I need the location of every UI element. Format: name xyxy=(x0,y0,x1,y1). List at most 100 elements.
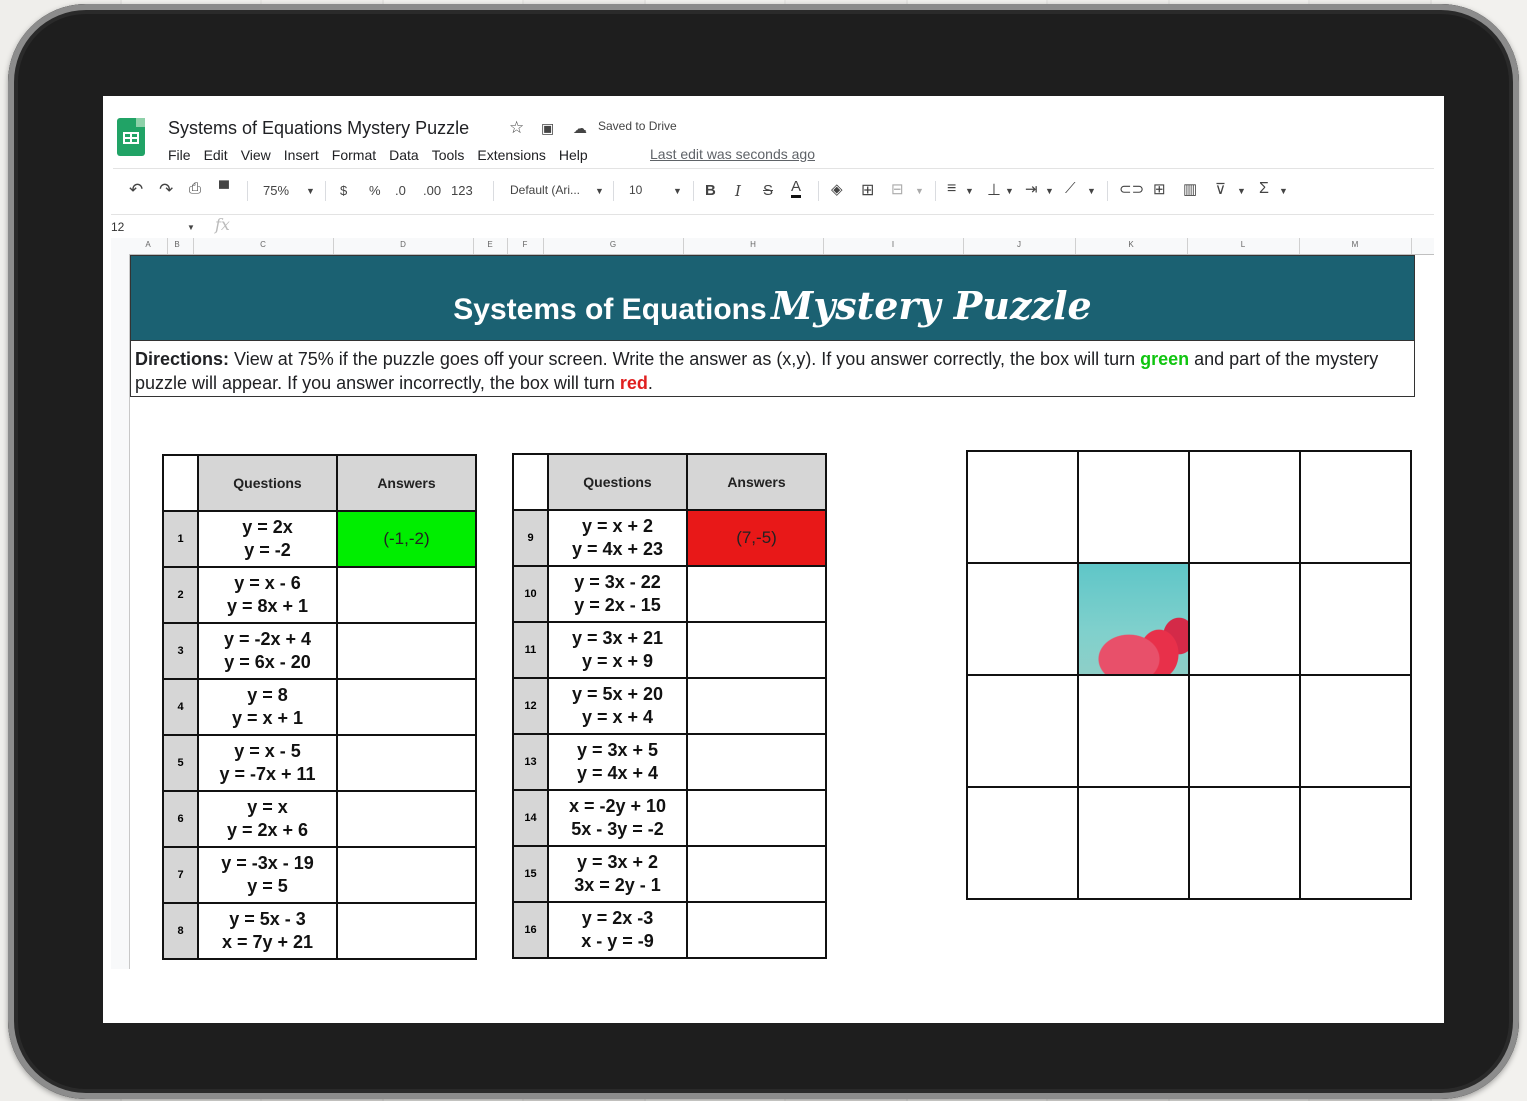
answer-cell[interactable] xyxy=(686,733,827,791)
menu-edit[interactable]: Edit xyxy=(204,147,228,163)
menu-format[interactable]: Format xyxy=(332,147,376,163)
text-rotation-icon[interactable]: ⟋ xyxy=(1065,180,1076,197)
menu-bar: File Edit View Insert Format Data Tools … xyxy=(168,147,601,163)
column-header[interactable]: G xyxy=(543,240,683,249)
answer-cell[interactable] xyxy=(686,901,827,959)
column-header[interactable]: L xyxy=(1187,240,1299,249)
font-dropdown-icon[interactable]: ▼ xyxy=(595,186,604,196)
insert-chart-icon[interactable]: ▥ xyxy=(1183,180,1197,198)
merge-dropdown-icon[interactable]: ▼ xyxy=(915,186,924,196)
insert-comment-icon[interactable]: ⊞ xyxy=(1153,180,1166,198)
paint-format-icon[interactable]: ▀ xyxy=(219,180,229,196)
answer-cell[interactable]: (7,-5) xyxy=(686,509,827,567)
rotation-dropdown-icon[interactable]: ▼ xyxy=(1087,186,1096,196)
text-color-button[interactable]: A xyxy=(791,179,802,198)
column-header[interactable]: F xyxy=(507,240,543,249)
valign-dropdown-icon[interactable]: ▼ xyxy=(1005,186,1014,196)
menu-view[interactable]: View xyxy=(241,147,271,163)
answer-cell[interactable] xyxy=(336,790,477,848)
more-formats-button[interactable]: 123 xyxy=(451,183,473,198)
column-header[interactable]: J xyxy=(963,240,1075,249)
merge-cells-icon[interactable]: ⊟ xyxy=(891,180,904,198)
equation-2: y = x + 4 xyxy=(581,707,654,727)
fill-color-icon[interactable]: ◈ xyxy=(831,180,843,198)
column-header[interactable]: B xyxy=(167,240,187,249)
column-header[interactable]: D xyxy=(333,240,473,249)
puzzle-row xyxy=(966,562,1412,676)
align-dropdown-icon[interactable]: ▼ xyxy=(965,186,974,196)
filter-dropdown-icon[interactable]: ▼ xyxy=(1237,186,1246,196)
table-row: 9 y = x + 2 y = 4x + 23 (7,-5) xyxy=(512,509,827,567)
borders-icon[interactable]: ⊞ xyxy=(861,180,874,200)
sheets-logo-icon[interactable] xyxy=(117,118,145,156)
zoom-select[interactable]: 75% xyxy=(263,183,289,198)
directions-red-word: red xyxy=(619,373,648,393)
answer-cell[interactable] xyxy=(686,789,827,847)
text-wrap-icon[interactable]: ⇥ xyxy=(1025,180,1038,198)
answer-cell[interactable] xyxy=(336,734,477,792)
currency-format-button[interactable]: $ xyxy=(340,183,347,198)
question-number: 1 xyxy=(162,510,199,568)
name-box[interactable]: 12 xyxy=(111,220,124,234)
equation-1: y = -3x - 19 xyxy=(221,853,314,873)
answer-cell[interactable] xyxy=(686,845,827,903)
answer-cell[interactable] xyxy=(336,678,477,736)
font-size-dropdown-icon[interactable]: ▼ xyxy=(673,186,682,196)
move-folder-icon[interactable]: ▣ xyxy=(541,120,554,137)
redo-icon[interactable]: ↷ xyxy=(159,180,173,200)
answer-cell[interactable] xyxy=(686,677,827,735)
equation-2: y = x + 9 xyxy=(581,651,654,671)
functions-icon[interactable]: Σ xyxy=(1259,180,1269,198)
puzzle-tile xyxy=(1299,786,1412,900)
functions-dropdown-icon[interactable]: ▼ xyxy=(1279,186,1288,196)
strikethrough-button[interactable]: S xyxy=(763,182,773,199)
bold-button[interactable]: B xyxy=(705,182,716,199)
column-header[interactable]: M xyxy=(1299,240,1411,249)
answer-cell[interactable] xyxy=(336,566,477,624)
formula-bar: 12 ▼ fx xyxy=(111,214,1434,240)
font-select[interactable]: Default (Ari... xyxy=(510,183,580,197)
answer-cell[interactable] xyxy=(336,902,477,960)
filter-icon[interactable]: ⊽ xyxy=(1215,180,1226,198)
column-header[interactable]: I xyxy=(823,240,963,249)
answer-cell[interactable] xyxy=(336,846,477,904)
banner-title: Systems of Equations xyxy=(453,293,767,326)
decrease-decimal-button[interactable]: .0 xyxy=(395,183,406,198)
print-icon[interactable]: ⎙ xyxy=(189,180,201,197)
answer-cell[interactable] xyxy=(686,565,827,623)
column-header[interactable]: E xyxy=(473,240,507,249)
equation-2: 3x = 2y - 1 xyxy=(574,875,661,895)
document-title[interactable]: Systems of Equations Mystery Puzzle xyxy=(168,118,469,139)
equation-2: y = -7x + 11 xyxy=(219,764,316,784)
menu-help[interactable]: Help xyxy=(559,147,588,163)
insert-link-icon[interactable]: ⊂⊃ xyxy=(1119,180,1144,198)
star-icon[interactable]: ☆ xyxy=(509,118,524,138)
undo-icon[interactable]: ↶ xyxy=(129,180,143,200)
answer-cell[interactable]: (-1,-2) xyxy=(336,510,477,568)
menu-file[interactable]: File xyxy=(168,147,191,163)
question-number: 2 xyxy=(162,566,199,624)
name-box-dropdown-icon[interactable]: ▼ xyxy=(187,223,195,232)
font-size-select[interactable]: 10 xyxy=(629,183,642,197)
question-equations: y = x - 6 y = 8x + 1 xyxy=(197,566,338,624)
horizontal-align-icon[interactable]: ≡ xyxy=(947,180,956,198)
zoom-dropdown-icon[interactable]: ▼ xyxy=(306,186,315,196)
increase-decimal-button[interactable]: .00 xyxy=(423,183,441,198)
toolbar-divider xyxy=(818,181,819,201)
equation-1: y = x + 2 xyxy=(581,516,654,536)
column-header[interactable]: A xyxy=(141,240,155,249)
percent-format-button[interactable]: % xyxy=(369,183,381,198)
answer-cell[interactable] xyxy=(336,622,477,680)
column-header[interactable]: K xyxy=(1075,240,1187,249)
last-edit-link[interactable]: Last edit was seconds ago xyxy=(650,146,815,162)
wrap-dropdown-icon[interactable]: ▼ xyxy=(1045,186,1054,196)
menu-extensions[interactable]: Extensions xyxy=(477,147,545,163)
vertical-align-icon[interactable]: ⊥ xyxy=(987,180,1001,200)
answer-cell[interactable] xyxy=(686,621,827,679)
column-header[interactable]: C xyxy=(193,240,333,249)
menu-data[interactable]: Data xyxy=(389,147,419,163)
menu-tools[interactable]: Tools xyxy=(432,147,465,163)
column-header[interactable]: H xyxy=(683,240,823,249)
menu-insert[interactable]: Insert xyxy=(284,147,319,163)
italic-button[interactable]: I xyxy=(735,182,741,200)
